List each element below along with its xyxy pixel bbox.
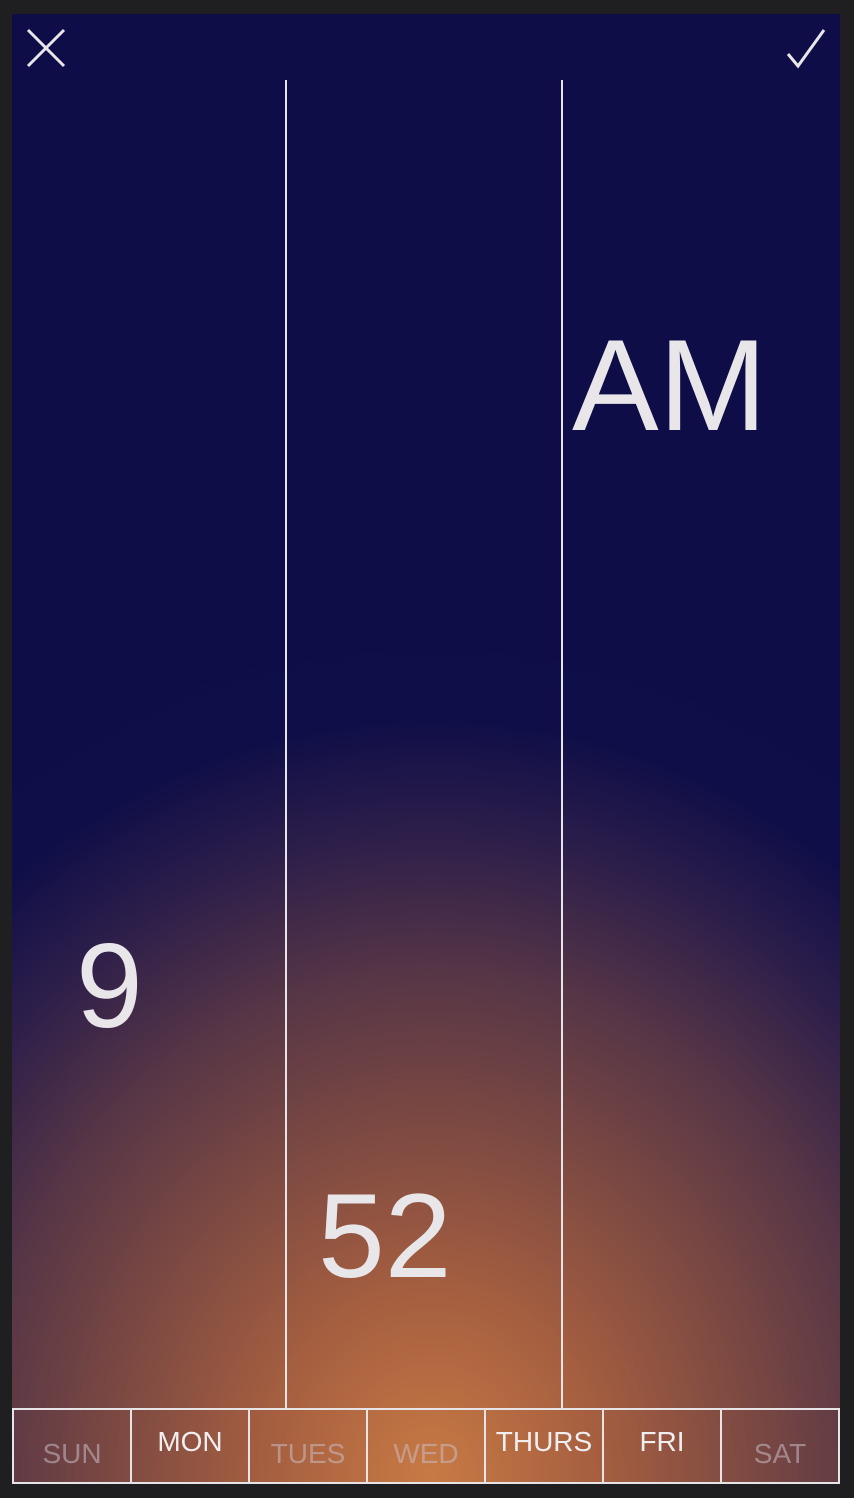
column-divider-left	[285, 80, 287, 1408]
day-label: TUES	[270, 1438, 346, 1469]
day-toggle-fri[interactable]: FRI	[604, 1410, 722, 1482]
close-icon	[26, 28, 66, 68]
day-label: THURS	[495, 1426, 593, 1457]
day-label: FRI	[639, 1426, 685, 1457]
close-button[interactable]	[22, 24, 70, 72]
day-toggle-sat[interactable]: SAT	[722, 1410, 838, 1482]
day-toggle-wed[interactable]: WED	[368, 1410, 486, 1482]
meridiem-value[interactable]: AM	[572, 320, 767, 450]
weekday-selector: SUN MON TUES WED THURS FRI SAT	[12, 1408, 840, 1484]
day-toggle-thurs[interactable]: THURS	[486, 1410, 604, 1482]
day-label: MON	[157, 1426, 223, 1457]
day-label: SUN	[42, 1438, 102, 1469]
confirm-button[interactable]	[782, 24, 830, 72]
minute-value[interactable]: 52	[318, 1176, 451, 1296]
day-label: WED	[393, 1438, 459, 1469]
day-toggle-mon[interactable]: MON	[132, 1410, 250, 1482]
day-label: SAT	[753, 1438, 807, 1469]
hour-value[interactable]: 9	[76, 926, 143, 1046]
checkmark-icon	[786, 29, 826, 69]
day-toggle-sun[interactable]: SUN	[14, 1410, 132, 1482]
column-divider-right	[561, 80, 563, 1408]
day-toggle-tues[interactable]: TUES	[250, 1410, 368, 1482]
device-frame: 9 52 AM SUN MON TUES WED THURS FRI SAT	[0, 0, 854, 1498]
alarm-time-picker-screen: 9 52 AM SUN MON TUES WED THURS FRI SAT	[12, 14, 840, 1484]
